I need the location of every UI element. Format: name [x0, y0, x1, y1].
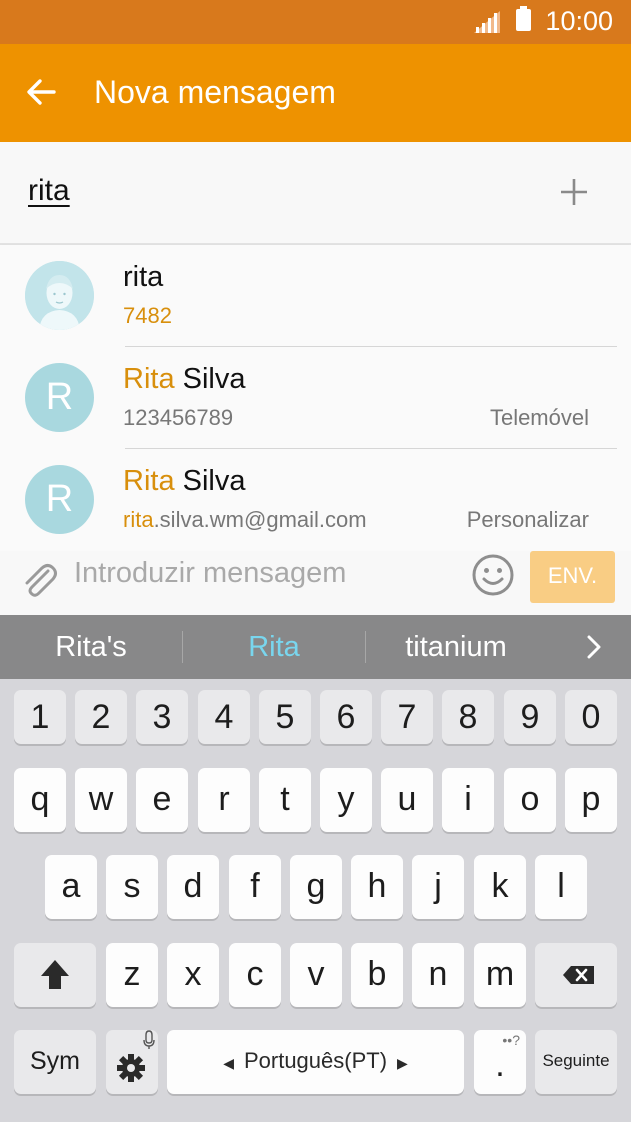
language-right-arrow-icon: ▶: [397, 1055, 408, 1071]
key-o[interactable]: o: [504, 768, 556, 832]
word-suggestion-bar: Rita's Rita titanium: [0, 615, 631, 679]
key-u[interactable]: u: [381, 768, 433, 832]
word-suggestion[interactable]: titanium: [366, 615, 546, 679]
word-suggestion-selected[interactable]: Rita: [183, 615, 365, 679]
add-recipient-icon[interactable]: [558, 176, 590, 208]
contact-number: 7482: [123, 303, 172, 328]
compose-bar: Introduzir mensagem ENV.: [0, 551, 631, 615]
key-9[interactable]: 9: [504, 690, 556, 744]
key-1[interactable]: 1: [14, 690, 66, 744]
contact-email: rita.silva.wm@gmail.com: [123, 507, 367, 532]
key-5[interactable]: 5: [259, 690, 311, 744]
contact-type-label: Telemóvel: [489, 405, 589, 430]
paperclip-icon[interactable]: [20, 559, 58, 599]
app-bar: Nova mensagem: [0, 44, 631, 142]
key-z[interactable]: z: [106, 943, 158, 1007]
key-h[interactable]: h: [351, 855, 403, 919]
key-r[interactable]: r: [198, 768, 250, 832]
next-key[interactable]: Seguinte: [535, 1030, 617, 1094]
key-a[interactable]: a: [45, 855, 97, 919]
language-label: Português(PT): [243, 1048, 388, 1073]
period-key[interactable]: ••? .: [474, 1030, 526, 1094]
key-q[interactable]: q: [14, 768, 66, 832]
key-j[interactable]: j: [412, 855, 464, 919]
default-avatar-icon: [25, 261, 94, 330]
key-g[interactable]: g: [290, 855, 342, 919]
word-suggestion[interactable]: Rita's: [0, 615, 182, 679]
gear-icon: [117, 1030, 155, 1082]
emoji-icon[interactable]: [471, 553, 515, 597]
recipient-bar: rita: [0, 142, 631, 245]
key-f[interactable]: f: [229, 855, 281, 919]
status-bar: 10:00: [0, 0, 631, 44]
key-c[interactable]: c: [229, 943, 281, 1007]
key-2[interactable]: 2: [75, 690, 127, 744]
key-n[interactable]: n: [412, 943, 464, 1007]
keyboard: 1 2 3 4 5 6 7 8 9 0 q w e r t y u i o p …: [0, 679, 631, 1122]
key-l[interactable]: l: [535, 855, 587, 919]
contact-suggestion-item[interactable]: rita 7482: [0, 245, 631, 347]
contact-name: Rita Silva: [123, 363, 246, 395]
key-m[interactable]: m: [474, 943, 526, 1007]
key-k[interactable]: k: [474, 855, 526, 919]
key-v[interactable]: v: [290, 943, 342, 1007]
key-t[interactable]: t: [259, 768, 311, 832]
signal-icon: [474, 11, 500, 33]
contact-name: Rita Silva: [123, 465, 246, 497]
backspace-icon: [563, 966, 594, 984]
key-7[interactable]: 7: [381, 690, 433, 744]
key-d[interactable]: d: [167, 855, 219, 919]
settings-key[interactable]: [106, 1030, 158, 1094]
key-b[interactable]: b: [351, 943, 403, 1007]
message-input[interactable]: Introduzir mensagem: [74, 557, 346, 590]
page-title: Nova mensagem: [94, 74, 336, 110]
period-label: .: [495, 1046, 505, 1084]
key-4[interactable]: 4: [198, 690, 250, 744]
space-key[interactable]: ◀ Português(PT) ▶: [167, 1030, 464, 1094]
contact-name: rita: [123, 261, 164, 293]
send-button[interactable]: ENV.: [530, 551, 615, 603]
key-8[interactable]: 8: [442, 690, 494, 744]
contact-avatar: R: [25, 363, 94, 432]
chevron-right-icon[interactable]: [578, 631, 610, 663]
key-x[interactable]: x: [167, 943, 219, 1007]
contact-suggestion-item[interactable]: R Rita Silva rita.silva.wm@gmail.com Per…: [0, 449, 631, 551]
key-i[interactable]: i: [442, 768, 494, 832]
symbols-key[interactable]: Sym: [14, 1030, 96, 1094]
contact-avatar: R: [25, 465, 94, 534]
back-arrow-icon[interactable]: [22, 72, 62, 112]
contact-suggestion-item[interactable]: R Rita Silva 123456789 Telemóvel: [0, 347, 631, 449]
key-p[interactable]: p: [565, 768, 617, 832]
contact-type-label: Personalizar: [466, 507, 589, 532]
key-w[interactable]: w: [75, 768, 127, 832]
language-left-arrow-icon: ◀: [223, 1055, 234, 1071]
key-s[interactable]: s: [106, 855, 158, 919]
contact-number: 123456789: [123, 405, 234, 430]
battery-icon: [516, 6, 531, 31]
backspace-key[interactable]: [535, 943, 617, 1007]
key-0[interactable]: 0: [565, 690, 617, 744]
key-6[interactable]: 6: [320, 690, 372, 744]
shift-icon: [41, 960, 69, 989]
key-y[interactable]: y: [320, 768, 372, 832]
shift-key[interactable]: [14, 943, 96, 1007]
key-3[interactable]: 3: [136, 690, 188, 744]
contact-suggestion-list: rita 7482 R Rita Silva 123456789 Telemóv…: [0, 245, 631, 551]
recipient-input[interactable]: rita: [28, 174, 70, 208]
key-e[interactable]: e: [136, 768, 188, 832]
status-time: 10:00: [545, 6, 613, 36]
